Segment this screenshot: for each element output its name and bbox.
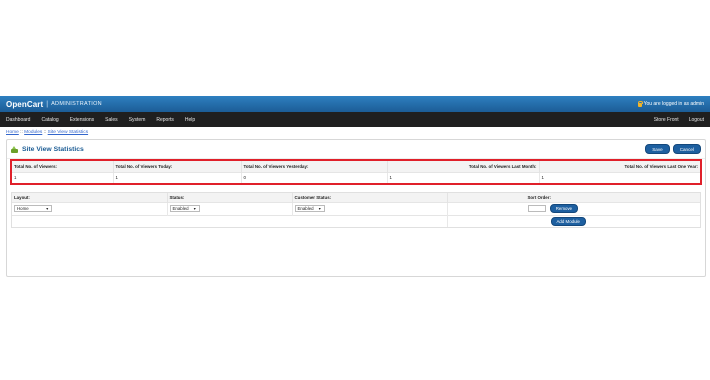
breadcrumb-modules[interactable]: Modules [24,130,42,135]
menu-dashboard[interactable]: Dashboard [6,117,30,123]
layout-select[interactable]: Home ▼ [14,205,52,212]
module-header-status: Status: [167,193,293,202]
stat-header-last-month: Total No. of Viewers Last Month: [387,161,540,172]
module-header-sort-order: Sort Order: [447,193,700,202]
menu-system[interactable]: System [129,117,146,123]
top-header: OpenCart | ADMINISTRATION You are logged… [0,96,710,112]
module-table: Layout: Status: Customer Status: Sort Or… [11,192,701,228]
stat-header-today: Total No. of Viewers Today: [113,161,242,172]
add-module-button[interactable]: Add Module [550,216,586,226]
stat-header-yesterday: Total No. of Viewers Yesterday: [241,161,388,172]
logged-in-text: You are logged in as admin [643,101,704,107]
breadcrumb: Home :: Modules :: Site View Statistics [6,130,88,135]
cancel-button[interactable]: Cancel [672,143,701,155]
stat-value-yesterday: 0 [241,171,388,183]
stat-value-last-month: 1 [387,171,540,183]
remove-button[interactable]: Remove [549,203,579,214]
logged-in-status: You are logged in as admin [637,100,704,107]
chevron-down-icon: ▼ [193,206,197,211]
save-button[interactable]: Save [645,143,670,155]
box-heading: Site View Statistics Save Cancel [7,140,705,159]
menu-logout[interactable]: Logout [689,117,704,123]
stat-header-last-year: Total No. of Viewers Last One Year: [539,161,700,172]
lock-icon [637,100,643,107]
page-title: Site View Statistics [22,145,84,153]
breadcrumb-separator: :: [20,130,23,135]
content-box: Site View Statistics Save Cancel Total N… [6,139,706,277]
statistics-table: Total No. of Viewers: Total No. of Viewe… [10,159,702,185]
stat-header-total: Total No. of Viewers: [12,161,114,172]
logo-separator: | [46,100,49,108]
chevron-down-icon: ▼ [45,206,49,211]
stat-value-total: 1 [12,171,114,183]
breadcrumb-home[interactable]: Home [6,130,19,135]
module-icon [11,145,18,153]
menu-store-front[interactable]: Store Front [654,117,679,123]
logo[interactable]: OpenCart [6,100,43,109]
main-menu: Dashboard Catalog Extensions Sales Syste… [0,112,710,127]
status-select[interactable]: Enabled ▼ [169,205,200,212]
sort-order-input[interactable] [527,205,546,212]
module-header-layout: Layout: [12,193,168,202]
chevron-down-icon: ▼ [318,206,322,211]
menu-help[interactable]: Help [185,117,195,123]
menu-sales[interactable]: Sales [105,117,118,123]
breadcrumb-current[interactable]: Site View Statistics [48,130,88,135]
menu-reports[interactable]: Reports [156,117,174,123]
menu-extensions[interactable]: Extensions [70,117,94,123]
customer-status-select[interactable]: Enabled ▼ [294,205,325,212]
logo-subtitle: ADMINISTRATION [51,101,102,107]
footer-spacer [12,214,448,227]
breadcrumb-separator: :: [43,130,47,135]
module-header-customer-status: Customer Status: [292,193,448,202]
menu-catalog[interactable]: Catalog [41,117,58,123]
table-row: Home ▼ Enabled ▼ Enabled ▼ Remove [12,201,700,215]
stat-value-last-year: 1 [539,171,700,183]
stat-value-today: 1 [113,171,242,183]
